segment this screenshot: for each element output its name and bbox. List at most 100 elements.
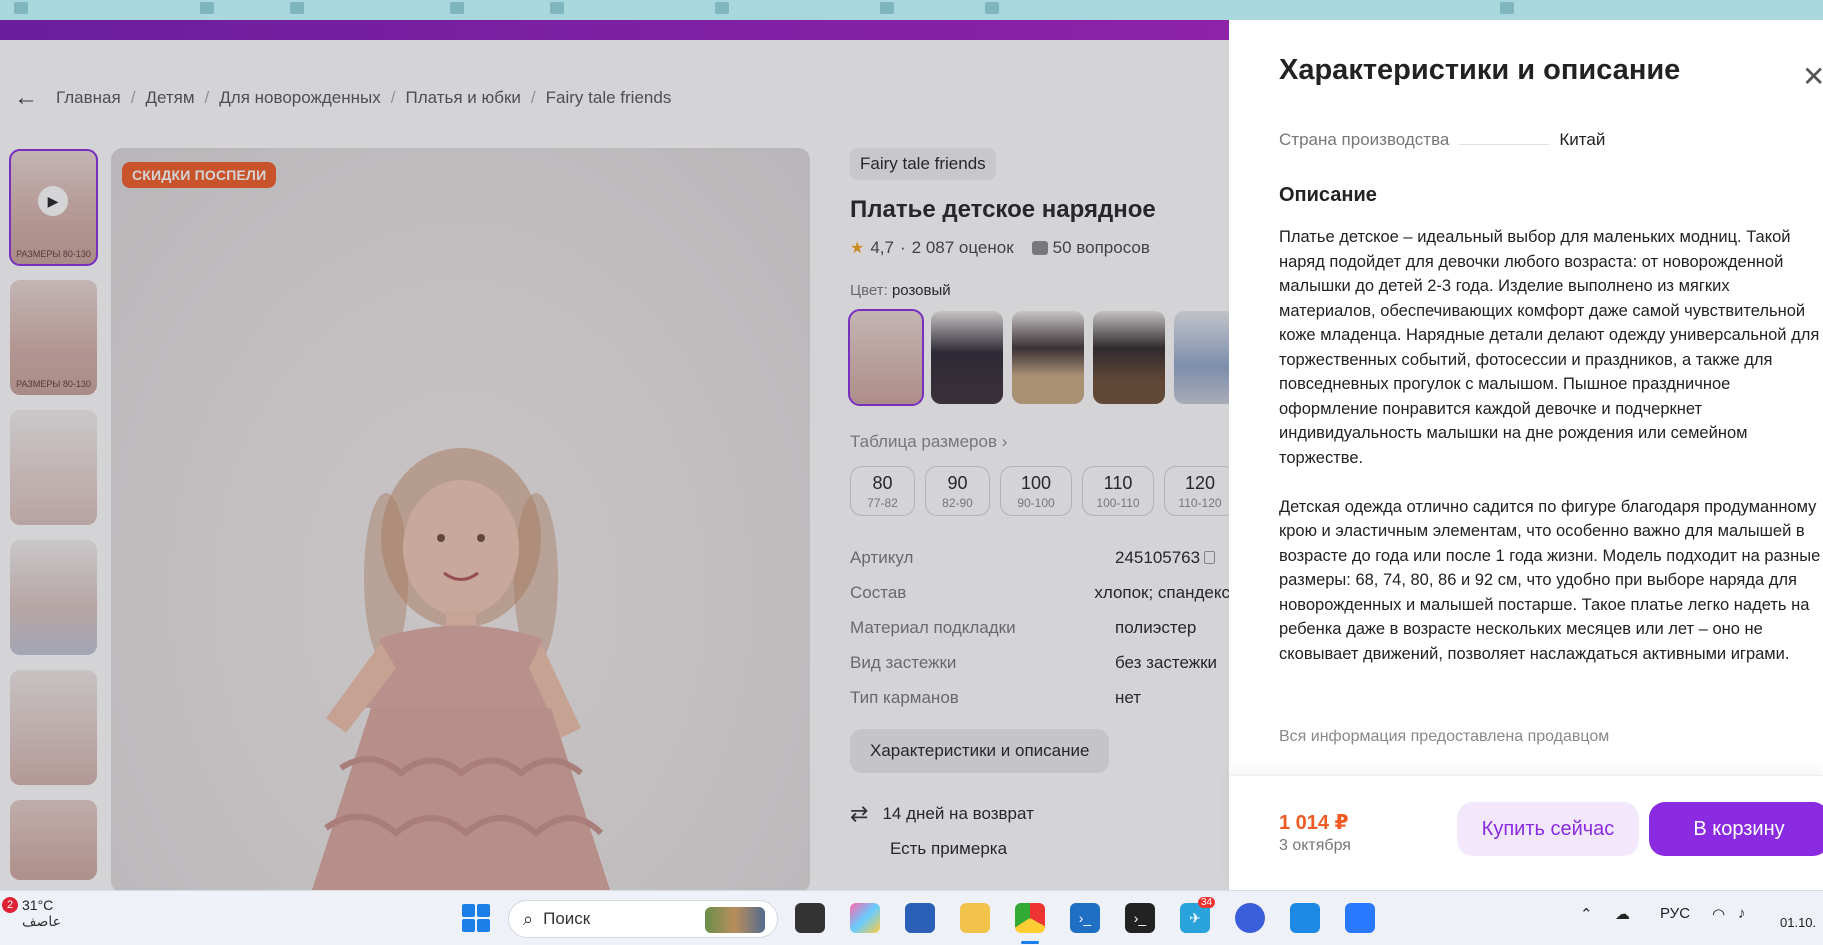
breadcrumb-separator: / [530,88,536,107]
spec-key: Состав [850,583,907,602]
notepad-icon[interactable] [1345,903,1375,933]
question-bubble-icon [1031,241,1048,255]
thumbnail-video[interactable]: ▶ РАЗМЕРЫ 80-130 [9,149,98,266]
product-title: Платье детское нарядное [850,196,1156,223]
play-icon[interactable]: ▶ [38,186,68,216]
return-text: 14 дней на возврат [882,804,1034,823]
price: 1 014 ₽ [1279,812,1349,834]
breadcrumb-item[interactable]: Для новорожденных [219,88,380,108]
clock[interactable]: 01.10. [1780,915,1816,930]
delivery-date: 3 октября [1279,837,1351,854]
product-info: Fairy tale friends Платье детское нарядн… [848,148,1229,859]
bookmark-icon[interactable] [290,2,304,14]
breadcrumb-item[interactable]: Главная [56,88,121,108]
weather-widget[interactable]: 2 31°C عاصف [2,897,61,930]
bookmark-icon[interactable] [14,2,28,14]
color-swatch-beige[interactable] [1012,311,1084,404]
thumbnail[interactable] [10,670,97,785]
close-icon[interactable]: ✕ [1802,60,1823,93]
size-option[interactable]: 120 110-120 [1164,466,1229,516]
notification-badge: 2 [2,897,18,913]
spec-row: Материал подкладки полиэстер [850,618,1229,653]
vscode-icon[interactable] [1290,903,1320,933]
thumbnail[interactable]: РАЗМЕРЫ 80-130 [10,280,97,395]
language-indicator[interactable]: РУС [1660,905,1690,922]
terminal-icon[interactable]: ›_ [1125,903,1155,933]
chevron-up-icon[interactable]: ⌃ [1580,905,1593,923]
size-option[interactable]: 80 77-82 [850,466,915,516]
onedrive-icon[interactable]: ☁ [1615,905,1630,923]
bookmark-icon[interactable] [880,2,894,14]
specs-table: Артикул 245105763 Состав хлопок; спандек… [850,548,1229,723]
size-option[interactable]: 100 90-100 [1000,466,1072,516]
discount-badge: СКИДКИ ПОСПЕЛИ [122,162,277,188]
store-icon[interactable] [905,903,935,933]
bookmark-icon[interactable] [1500,2,1514,14]
color-value: розовый [891,282,951,299]
spec-value: нет [1115,688,1142,707]
color-swatch-leopard[interactable] [1093,311,1165,404]
spec-key: Тип карманов [850,688,959,707]
size-table-label: Таблица размеров [850,432,997,451]
bookmark-icon[interactable] [985,2,999,14]
breadcrumb-item[interactable]: Fairy tale friends [546,88,672,108]
powershell-icon[interactable]: ›_ [1070,903,1100,933]
main-product-photo[interactable]: СКИДКИ ПОСПЕЛИ [111,148,810,890]
questions-count: 50 вопросов [1052,238,1150,257]
canva-icon[interactable] [1235,903,1265,933]
bookmark-icon[interactable] [200,2,214,14]
wifi-icon[interactable]: ◠ [1712,905,1725,923]
chevron-right-icon: › [1001,432,1008,451]
color-label-key: Цвет: [850,282,888,299]
spec-row: Состав хлопок; спандекс [850,583,1229,618]
copilot-icon[interactable] [850,903,880,933]
bookmark-icon[interactable] [550,2,564,14]
star-icon: ★ [850,240,865,257]
folder-icon[interactable] [960,903,990,933]
breadcrumb-item[interactable]: Детям [145,88,194,108]
copy-icon[interactable] [1204,551,1216,564]
taskbar-search[interactable]: ⌕ Поиск [508,900,778,938]
size-range: 110-120 [1178,496,1222,510]
thumbnail[interactable] [10,410,97,525]
search-highlight-image [705,907,765,933]
size-range: 77-82 [867,496,898,510]
back-arrow-icon[interactable]: ← [14,84,38,112]
spec-value: полиэстер [1115,618,1197,637]
volume-icon[interactable]: ♪ [1738,905,1746,922]
size-option[interactable]: 90 82-90 [925,466,990,516]
product-page: ← Главная / Детям / Для новорожденных / … [0,40,1229,890]
characteristics-button[interactable]: Характеристики и описание [850,729,1110,773]
promo-bar[interactable] [0,20,1229,40]
reviews-count[interactable]: 2 087 оценок [912,238,1014,258]
thumbnail[interactable] [10,540,97,655]
thumbnail-caption: РАЗМЕРЫ 80-130 [16,249,91,259]
rating-value[interactable]: 4,7 [870,238,894,258]
questions-link[interactable]: 50 вопросов [1031,238,1150,258]
bookmark-icon[interactable] [450,2,464,14]
girl-in-dress-image [311,448,611,890]
brand-chip[interactable]: Fairy tale friends [850,148,996,180]
color-swatch-pink[interactable] [848,309,924,406]
task-view-icon[interactable] [795,903,825,933]
buy-now-button[interactable]: Купить сейчас [1457,802,1639,856]
thumbnail-caption: РАЗМЕРЫ 80-130 [16,379,91,389]
breadcrumb-separator: / [204,88,210,107]
description-text: Платье детское – идеальный выбор для мал… [1279,225,1823,691]
thumbnail[interactable] [10,800,97,880]
color-swatch-black[interactable] [931,311,1003,404]
return-arrows-icon: ⇄ [850,801,869,826]
size-option[interactable]: 110 100-110 [1082,466,1154,516]
search-label: Поиск [543,909,591,928]
chrome-icon[interactable] [1015,903,1045,933]
size-table-link[interactable]: Таблица размеров › [850,432,1229,452]
bookmark-icon[interactable] [715,2,729,14]
bookmarks-bar [0,0,1823,20]
color-swatch-blue[interactable] [1174,311,1229,404]
fitting-info: Есть примерка [890,839,1008,858]
add-to-cart-button[interactable]: В корзину [1649,802,1823,856]
windows-start-icon[interactable] [462,904,490,932]
breadcrumb-item[interactable]: Платья и юбки [405,88,520,108]
seller-note: Вся информация предоставлена продавцом [1279,728,1610,745]
breadcrumb: ← Главная / Детям / Для новорожденных / … [14,84,671,112]
